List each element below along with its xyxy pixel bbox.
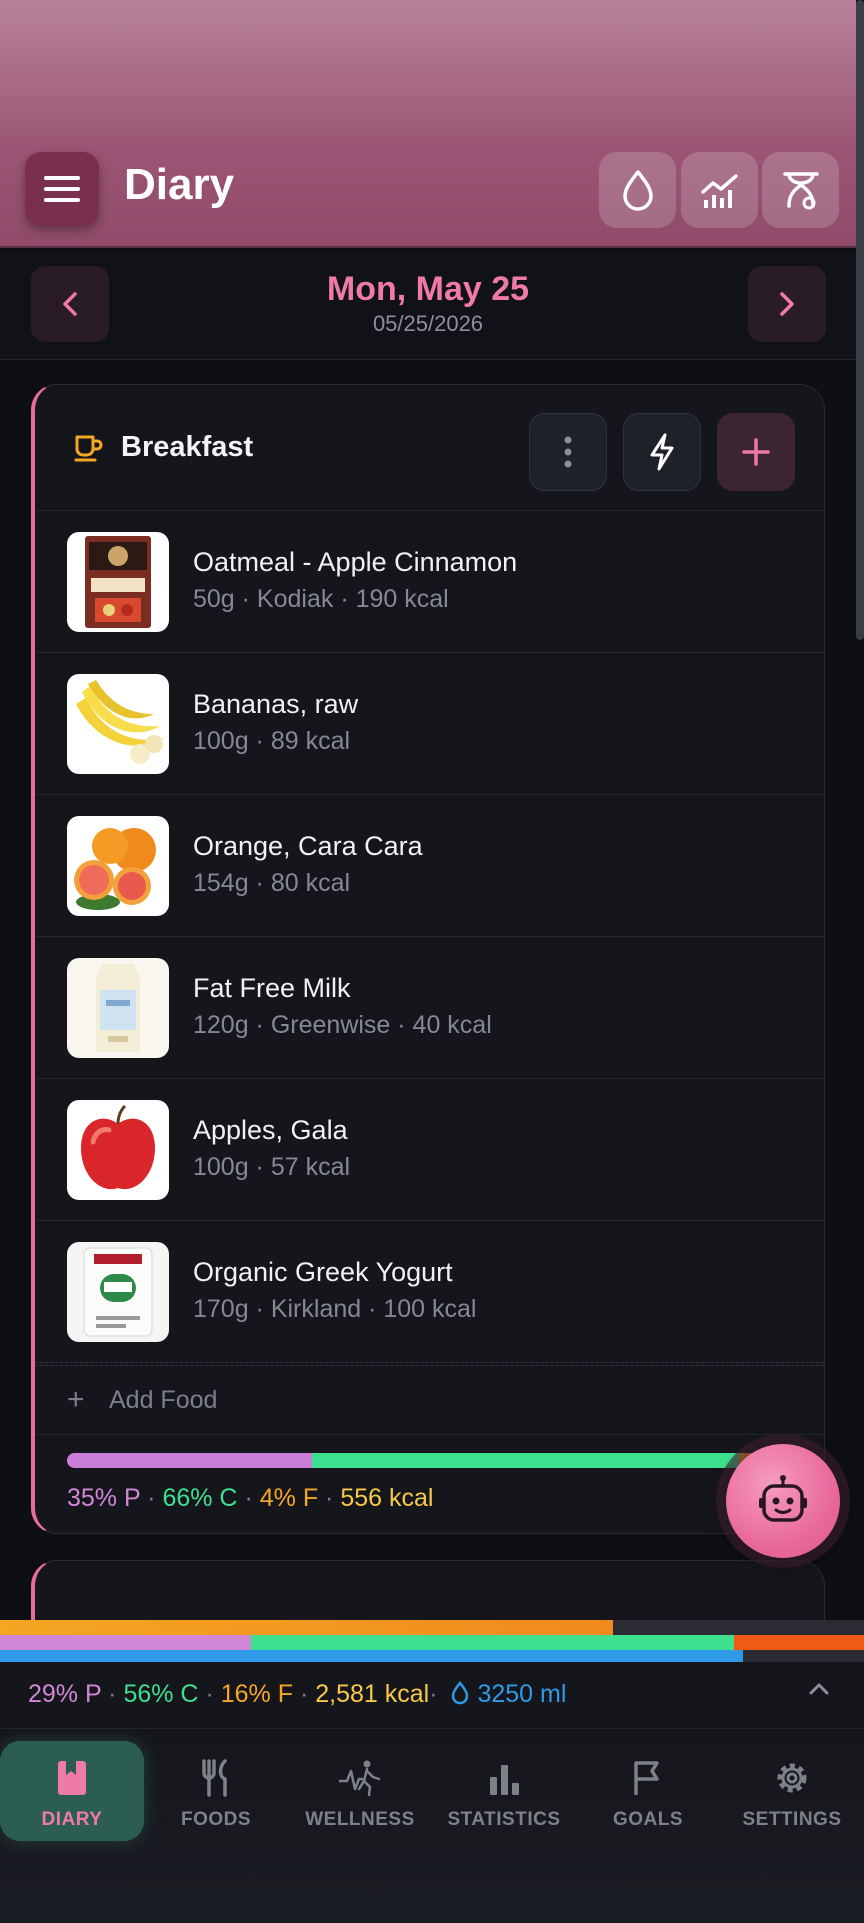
current-date[interactable]: Mon, May 25 xyxy=(0,270,856,309)
yogurt-bag-image xyxy=(67,1242,169,1342)
daily-carbs: 56% C xyxy=(123,1680,199,1708)
food-name: Apples, Gala xyxy=(193,1115,348,1145)
lightning-icon xyxy=(650,433,674,471)
flag-icon xyxy=(634,1761,659,1795)
chevron-up-icon[interactable] xyxy=(808,1682,830,1696)
nav-label: WELLNESS xyxy=(305,1809,415,1830)
food-details: 50g · Kodiak · 190 kcal xyxy=(193,585,449,613)
chevron-right-icon xyxy=(780,292,794,316)
water-drop-icon xyxy=(452,1681,469,1705)
daily-totals: 29% P · 56% C · 16% F · 2,581 kcal· 3250… xyxy=(28,1680,567,1708)
food-name: Oatmeal - Apple Cinnamon xyxy=(193,547,518,577)
food-item[interactable]: Fat Free Milk 120g · Greenwise · 40 kcal xyxy=(35,937,824,1079)
milk-carton-image xyxy=(67,958,169,1058)
diary-screen: Diary Mon, May 25 05/25/2026 Breakfast O… xyxy=(0,0,864,1923)
more-vertical-icon xyxy=(564,436,572,468)
meal-options-button[interactable] xyxy=(529,413,607,491)
food-name: Orange, Cara Cara xyxy=(193,831,423,861)
daily-protein: 29% P xyxy=(28,1680,102,1708)
menu-button[interactable] xyxy=(25,152,99,226)
oranges-image xyxy=(67,816,169,916)
food-name: Fat Free Milk xyxy=(193,973,351,1003)
food-item[interactable]: Orange, Cara Cara 154g · 80 kcal xyxy=(35,795,824,937)
daily-water: 3250 ml xyxy=(477,1680,567,1708)
protein-percent: 35% P xyxy=(67,1484,141,1512)
food-details: 100g · 89 kcal xyxy=(193,727,351,755)
food-item[interactable]: Oatmeal - Apple Cinnamon 50g · Kodiak · … xyxy=(35,511,824,653)
fat-percent: 4% F xyxy=(259,1484,319,1512)
food-item[interactable]: Bananas, raw 100g · 89 kcal xyxy=(35,653,824,795)
daily-summary[interactable]: 29% P · 56% C · 16% F · 2,581 kcal· 3250… xyxy=(0,1620,864,1728)
food-item[interactable]: Organic Greek Yogurt 170g · Kirkland · 1… xyxy=(35,1221,824,1363)
date-navigator: Mon, May 25 05/25/2026 xyxy=(0,250,856,360)
meal-card-breakfast: Breakfast Oatmeal - Apple Cinnamon 50g ·… xyxy=(31,384,825,1534)
bananas-image xyxy=(67,674,169,774)
ai-assistant-button[interactable] xyxy=(726,1444,840,1558)
food-details: 100g · 57 kcal xyxy=(193,1153,351,1181)
apple-image xyxy=(67,1100,169,1200)
bottom-navigation: DIARY FOODS WELLNESS STATISTICS GOALS SE… xyxy=(0,1728,864,1923)
food-details: 120g · Greenwise · 40 kcal xyxy=(193,1011,492,1039)
bookmark-icon xyxy=(58,1761,86,1795)
trends-button[interactable] xyxy=(681,152,758,228)
nav-statistics[interactable]: STATISTICS xyxy=(432,1741,576,1841)
quick-add-button[interactable] xyxy=(623,413,701,491)
meal-title: Breakfast xyxy=(121,431,254,463)
calorie-progress-fill xyxy=(0,1620,614,1635)
nav-foods[interactable]: FOODS xyxy=(144,1741,288,1841)
protein-segment xyxy=(67,1453,312,1468)
nav-label: STATISTICS xyxy=(447,1809,561,1830)
water-drop-icon xyxy=(622,170,653,211)
protein-split xyxy=(0,1635,251,1650)
fasting-button[interactable] xyxy=(762,152,839,228)
carbs-split xyxy=(250,1635,735,1650)
plus-icon xyxy=(742,438,770,466)
meal-macro-summary: 35% P · 66% C · 4% F · 556 kcal xyxy=(67,1484,434,1512)
meal-card-header: Breakfast xyxy=(35,385,824,511)
app-header: Diary xyxy=(0,0,856,248)
water-button[interactable] xyxy=(599,152,676,228)
fork-knife-icon xyxy=(202,1759,227,1797)
water-progress-fill xyxy=(0,1650,744,1662)
page-title: Diary xyxy=(124,160,235,209)
bar-chart-icon xyxy=(490,1765,519,1795)
food-details: 154g · 80 kcal xyxy=(193,869,351,897)
carbs-segment xyxy=(312,1453,739,1468)
nav-label: GOALS xyxy=(612,1809,684,1830)
robot-icon xyxy=(759,1475,807,1522)
food-details: 170g · Kirkland · 100 kcal xyxy=(193,1295,477,1323)
food-name: Organic Greek Yogurt xyxy=(193,1257,453,1287)
food-item[interactable]: Apples, Gala 100g · 57 kcal xyxy=(35,1079,824,1221)
nav-goals[interactable]: GOALS xyxy=(576,1741,720,1841)
gear-icon xyxy=(777,1763,807,1793)
next-day-button[interactable] xyxy=(748,266,826,342)
add-meal-food-button[interactable] xyxy=(717,413,795,491)
nav-diary[interactable]: DIARY xyxy=(0,1741,144,1841)
oatmeal-box-image xyxy=(67,532,169,632)
coffee-cup-icon xyxy=(74,435,103,462)
current-date-numeric: 05/25/2026 xyxy=(372,311,484,336)
add-food-label: Add Food xyxy=(109,1386,218,1414)
food-name: Bananas, raw xyxy=(193,689,359,719)
chart-trend-icon xyxy=(700,174,738,208)
add-food-button[interactable]: + Add Food xyxy=(35,1365,824,1435)
plus-icon: + xyxy=(67,1383,85,1416)
meal-macro-bar xyxy=(67,1453,767,1468)
fat-split xyxy=(734,1635,864,1650)
nav-label: DIARY xyxy=(41,1809,103,1830)
daily-kcal: 2,581 kcal xyxy=(315,1680,430,1708)
daily-fat: 16% F xyxy=(220,1680,293,1708)
scrollbar[interactable] xyxy=(856,0,864,640)
hamburger-icon xyxy=(44,176,80,202)
hourglass-timer-icon xyxy=(782,172,819,210)
nav-settings[interactable]: SETTINGS xyxy=(720,1741,864,1841)
walking-heart-icon xyxy=(339,1760,381,1797)
meal-kcal: 556 kcal xyxy=(340,1484,434,1512)
nav-label: FOODS xyxy=(180,1809,252,1830)
nav-label: SETTINGS xyxy=(742,1809,842,1830)
nav-wellness[interactable]: WELLNESS xyxy=(288,1741,432,1841)
carbs-percent: 66% C xyxy=(162,1484,238,1512)
